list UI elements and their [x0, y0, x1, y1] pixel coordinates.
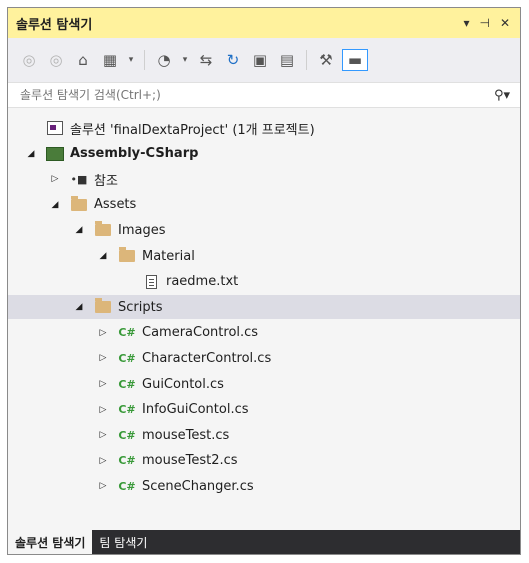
tree-item-label: mouseTest.cs: [142, 427, 230, 443]
tree-row[interactable]: 솔루션 'finalDextaProject' (1개 프로젝트): [8, 116, 520, 140]
tree-row[interactable]: ◢ Assets: [8, 193, 520, 217]
csharp-file-icon: C#: [118, 403, 136, 417]
pin-icon[interactable]: ⊣: [479, 16, 489, 30]
close-icon[interactable]: ✕: [500, 16, 510, 30]
tree-item-label: Scripts: [118, 299, 163, 315]
forward-icon[interactable]: ◎: [45, 49, 67, 71]
tree-row[interactable]: ▷ C# CameraControl.cs: [8, 321, 520, 345]
expand-arrow-icon[interactable]: ▷: [96, 379, 110, 389]
collapse-arrow-icon[interactable]: ◢: [48, 200, 62, 210]
tab-solution-explorer[interactable]: 솔루션 탐색기: [8, 530, 93, 554]
toolbar-separator: [306, 50, 307, 70]
search-icon[interactable]: ⚲▾: [494, 88, 510, 103]
csharp-project-icon: [46, 146, 64, 162]
expand-arrow-icon[interactable]: ▷: [96, 328, 110, 338]
solution-explorer-panel: 솔루션 탐색기 ▾ ⊣ ✕ ◎ ◎ ⌂ ▦ ▾ ◔ ▾ ⇆ ↻ ▣ ▤ ⚒ ▬ …: [7, 7, 521, 555]
collapse-arrow-icon[interactable]: ◢: [72, 225, 86, 235]
toolbar-separator: [144, 50, 145, 70]
expand-arrow-icon[interactable]: ▷: [48, 174, 62, 184]
sync-with-active-document-icon[interactable]: ⇆: [195, 49, 217, 71]
folder-icon: [94, 298, 112, 315]
toolbar: ◎ ◎ ⌂ ▦ ▾ ◔ ▾ ⇆ ↻ ▣ ▤ ⚒ ▬: [8, 38, 520, 82]
csharp-file-icon: C#: [118, 479, 136, 493]
search-options-dropdown-icon[interactable]: ▾: [503, 88, 510, 103]
tree-item-label: mouseTest2.cs: [142, 453, 238, 469]
panel-title: 솔루션 탐색기: [16, 17, 93, 33]
show-all-files-icon[interactable]: ▤: [276, 49, 298, 71]
text-file-icon: [142, 274, 160, 290]
csharp-file-icon: C#: [118, 428, 136, 442]
expand-arrow-icon[interactable]: ▷: [96, 481, 110, 491]
collapse-all-icon[interactable]: ▣: [249, 49, 271, 71]
tab-team-explorer[interactable]: 팀 탐색기: [92, 530, 154, 554]
tree-item-label: Assembly-CSharp: [70, 146, 199, 162]
tree-row[interactable]: ◢ Images: [8, 218, 520, 242]
panel-title-bar[interactable]: 솔루션 탐색기 ▾ ⊣ ✕: [8, 8, 520, 38]
tree-item-label: Material: [142, 248, 195, 264]
preview-selected-items-icon[interactable]: ▬: [342, 49, 368, 71]
tree-row[interactable]: ◢ Material: [8, 244, 520, 268]
properties-icon[interactable]: ⚒: [315, 49, 337, 71]
switch-views-icon[interactable]: ▦: [99, 49, 121, 71]
back-icon[interactable]: ◎: [18, 49, 40, 71]
tree-item-label: GuiContol.cs: [142, 376, 224, 392]
csharp-file-icon: C#: [118, 326, 136, 340]
window-position-dropdown-icon[interactable]: ▾: [463, 16, 469, 30]
references-icon: •■: [70, 172, 88, 186]
csharp-file-icon: C#: [118, 351, 136, 365]
refresh-icon[interactable]: ↻: [222, 49, 244, 71]
expand-arrow-icon[interactable]: ▷: [96, 456, 110, 466]
tree-row[interactable]: ◢ Scripts: [8, 295, 520, 320]
tree-item-label: 솔루션 'finalDextaProject' (1개 프로젝트): [70, 122, 315, 138]
bottom-tab-strip: 솔루션 탐색기 팀 탐색기: [8, 530, 520, 554]
tree-item-label: SceneChanger.cs: [142, 478, 254, 494]
tree-row[interactable]: ▷ C# SceneChanger.cs: [8, 474, 520, 498]
switch-views-dropdown-icon[interactable]: ▾: [126, 49, 136, 71]
tree-row[interactable]: raedme.txt: [8, 270, 520, 294]
tree-item-label: 참조: [94, 173, 118, 189]
collapse-arrow-icon[interactable]: ◢: [96, 251, 110, 261]
tree-item-label: InfoGuiContol.cs: [142, 402, 249, 418]
tree-item-label: Images: [118, 222, 166, 238]
tree-row[interactable]: ▷ C# CharacterControl.cs: [8, 346, 520, 370]
search-input[interactable]: [18, 87, 494, 103]
expand-arrow-icon[interactable]: ▷: [96, 353, 110, 363]
tree-row[interactable]: ▷ C# GuiContol.cs: [8, 372, 520, 396]
tree-row[interactable]: ◢ Assembly-CSharp: [8, 142, 520, 166]
expand-arrow-icon[interactable]: ▷: [96, 430, 110, 440]
home-icon[interactable]: ⌂: [72, 49, 94, 71]
folder-icon: [94, 221, 112, 238]
pending-changes-filter-icon[interactable]: ◔: [153, 49, 175, 71]
solution-tree: 솔루션 'finalDextaProject' (1개 프로젝트) ◢ Assemb…: [8, 116, 520, 516]
folder-icon: [70, 195, 88, 213]
tree-item-label: raedme.txt: [166, 274, 239, 290]
solution-icon: [46, 120, 64, 136]
csharp-file-icon: C#: [118, 454, 136, 468]
expand-arrow-icon[interactable]: ▷: [96, 405, 110, 415]
collapse-arrow-icon[interactable]: ◢: [72, 302, 86, 312]
tree-row[interactable]: ▷ C# mouseTest2.cs: [8, 449, 520, 473]
folder-icon: [118, 247, 136, 264]
csharp-file-icon: C#: [118, 377, 136, 391]
tree-row[interactable]: ▷ •■ 참조: [8, 167, 520, 191]
tree-item-label: Assets: [94, 197, 137, 213]
tree-item-label: CameraControl.cs: [142, 325, 259, 341]
search-bar: ⚲▾: [8, 82, 520, 108]
filter-dropdown-icon[interactable]: ▾: [180, 49, 190, 71]
tree-row[interactable]: ▷ C# mouseTest.cs: [8, 423, 520, 447]
tree-item-label: CharacterControl.cs: [142, 350, 272, 366]
tree-row[interactable]: ▷ C# InfoGuiContol.cs: [8, 398, 520, 422]
collapse-arrow-icon[interactable]: ◢: [24, 149, 38, 159]
